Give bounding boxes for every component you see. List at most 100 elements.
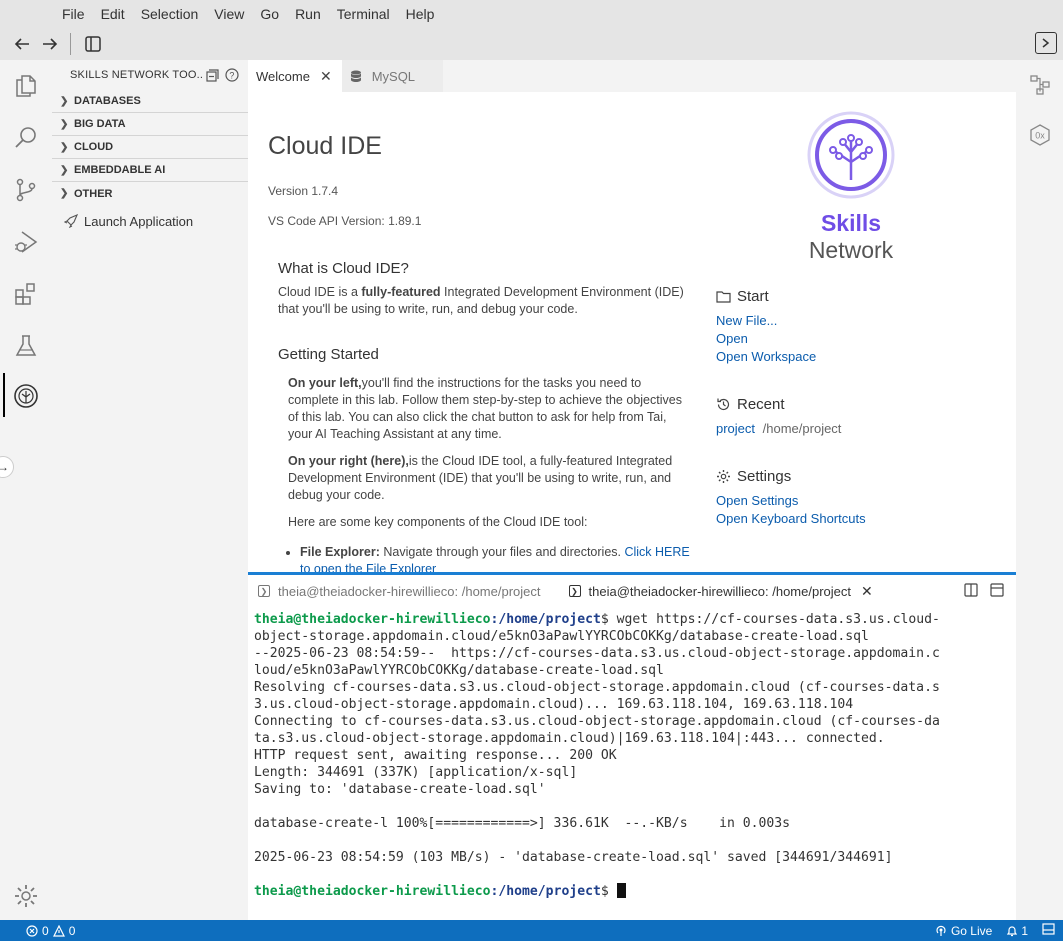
close-icon[interactable]: ✕ <box>320 68 332 85</box>
menu-edit[interactable]: Edit <box>93 6 133 22</box>
toggle-panel-icon[interactable] <box>79 30 107 58</box>
menu-terminal[interactable]: Terminal <box>329 6 398 22</box>
skills-network-logo-icon <box>807 111 895 199</box>
terminal-tab-label: theia@theiadocker-hirewillieco: /home/pr… <box>278 583 541 599</box>
left-bold: On your left, <box>288 376 362 390</box>
bullet-text: Navigate through your files and director… <box>379 545 625 559</box>
run-debug-icon[interactable] <box>0 216 52 268</box>
list-item: File Explorer: Navigate through your fil… <box>300 544 690 572</box>
arrow-left-icon[interactable] <box>8 30 36 58</box>
expand-handle-icon[interactable]: → <box>0 456 14 478</box>
chevron-right-icon: ❯ <box>60 118 69 130</box>
logo-top-text: Skills <box>820 210 882 236</box>
split-terminal-icon[interactable] <box>964 583 978 600</box>
version-text: Version 1.7.4 <box>268 184 339 198</box>
section-embeddable-ai[interactable]: ❯ EMBEDDABLE AI <box>52 159 248 182</box>
terminal-icon: ❯ <box>568 585 581 597</box>
start-section: Start New File... Open Open Workspace <box>716 288 1006 364</box>
warning-icon <box>52 924 65 937</box>
terminal-line: object-storage.appdomain.cloud/e5knO3aPa… <box>254 629 869 644</box>
menu-bar: File Edit Selection View Go Run Terminal… <box>0 0 1063 28</box>
prompt-path: :/home/project <box>490 884 601 899</box>
logo-wordmark: Skills Network <box>786 210 916 264</box>
menu-help[interactable]: Help <box>398 6 443 22</box>
section-cloud[interactable]: ❯ CLOUD <box>52 136 248 159</box>
help-icon[interactable]: ? <box>222 68 242 82</box>
arrow-right-icon[interactable] <box>36 30 64 58</box>
what-bold: fully-featured <box>361 285 441 299</box>
menu-view[interactable]: View <box>206 6 252 22</box>
launch-application-button[interactable]: Launch Application <box>52 208 248 234</box>
menu-file[interactable]: File <box>54 6 93 22</box>
terminal-output[interactable]: theia@theiadocker-hirewillieco:/home/pro… <box>248 607 1016 920</box>
explorer-icon[interactable] <box>0 60 52 112</box>
section-label: CLOUD <box>74 141 114 153</box>
tab-welcome[interactable]: Welcome ✕ <box>248 60 342 92</box>
api-version-text: VS Code API Version: 1.89.1 <box>268 214 422 228</box>
source-control-icon[interactable] <box>0 164 52 216</box>
prompt-path: :/home/project <box>490 612 601 627</box>
key-components-text: Here are some key components of the Clou… <box>288 515 588 529</box>
prompt-user: theia@theiadocker-hirewillieco <box>254 884 491 899</box>
toggle-secondary-bar-icon[interactable] <box>1035 32 1057 54</box>
open-link[interactable]: Open <box>716 331 1006 346</box>
section-label: BIG DATA <box>74 118 126 130</box>
notifications-button[interactable]: 1 <box>1006 924 1028 938</box>
close-icon[interactable]: ✕ <box>861 583 873 600</box>
status-bar: 0 0 Go Live 1 <box>0 920 1063 941</box>
error-count: 0 <box>42 923 49 938</box>
go-live-button[interactable]: Go Live <box>935 924 992 938</box>
recent-item: project /home/project <box>716 421 1006 436</box>
toolbar <box>0 28 1063 60</box>
terminal-tab-1[interactable]: ❯ theia@theiadocker-hirewillieco: /home/… <box>250 575 549 607</box>
layout-icon[interactable] <box>1042 923 1055 938</box>
bell-icon <box>1007 925 1018 936</box>
terminal-icon: ❯ <box>258 585 270 597</box>
open-settings-link[interactable]: Open Settings <box>716 493 1006 508</box>
settings-section: Settings Open Settings Open Keyboard Sho… <box>716 468 1006 526</box>
collapse-all-icon[interactable] <box>202 68 222 82</box>
terminal-line: Connecting to cf-courses-data.s3.us.clou… <box>254 714 940 729</box>
terminal-line: theia@theiadocker-hirewillieco:/home/pro… <box>254 611 1010 628</box>
section-other[interactable]: ❯ OTHER <box>52 182 248 205</box>
component-list: File Explorer: Navigate through your fil… <box>300 544 690 572</box>
hex-0x-icon[interactable]: 0x <box>1016 110 1063 160</box>
recent-project-link[interactable]: project <box>716 421 755 436</box>
gear-icon <box>717 470 730 483</box>
open-keyboard-shortcuts-link[interactable]: Open Keyboard Shortcuts <box>716 511 1006 526</box>
menu-go[interactable]: Go <box>252 6 287 22</box>
menu-run[interactable]: Run <box>287 6 329 22</box>
left-paragraph: On your left,you'll find the instruction… <box>288 375 688 443</box>
launch-label: Launch Application <box>84 213 194 229</box>
prompt-sign: $ <box>600 884 617 899</box>
extensions-icon[interactable] <box>0 268 52 320</box>
database-icon <box>350 70 361 82</box>
search-icon[interactable] <box>0 112 52 164</box>
new-file-link[interactable]: New File... <box>716 313 1006 328</box>
terminal-line: --2025-06-23 08:54:59-- https://cf-cours… <box>254 646 940 661</box>
folder-icon <box>716 291 731 303</box>
workflow-icon[interactable] <box>1016 60 1063 110</box>
rocket-icon <box>64 214 78 228</box>
test-beaker-icon[interactable] <box>0 320 52 372</box>
problems-indicator[interactable]: 0 0 <box>0 924 75 938</box>
menu-selection[interactable]: Selection <box>133 6 207 22</box>
page-title: Cloud IDE <box>268 132 382 160</box>
open-workspace-link[interactable]: Open Workspace <box>716 349 1006 364</box>
tab-mysql[interactable]: MySQL <box>341 60 444 92</box>
maximize-panel-icon[interactable] <box>990 583 1004 600</box>
settings-gear-icon[interactable] <box>0 870 52 922</box>
section-databases[interactable]: ❯ DATABASES <box>52 90 248 113</box>
section-big-data[interactable]: ❯ BIG DATA <box>52 113 248 136</box>
status-right: Go Live 1 <box>935 920 1055 941</box>
terminal-line: Length: 344691 (337K) [application/x-sql… <box>254 765 578 780</box>
sidebar-title: SKILLS NETWORK TOO... <box>70 69 202 81</box>
skills-network-icon[interactable] <box>0 370 52 422</box>
section-label: EMBEDDABLE AI <box>74 164 166 176</box>
terminal-cursor <box>616 883 626 898</box>
settings-heading: Settings <box>716 468 1006 485</box>
terminal-tab-2[interactable]: ❯ theia@theiadocker-hirewillieco: /home/… <box>561 575 881 607</box>
